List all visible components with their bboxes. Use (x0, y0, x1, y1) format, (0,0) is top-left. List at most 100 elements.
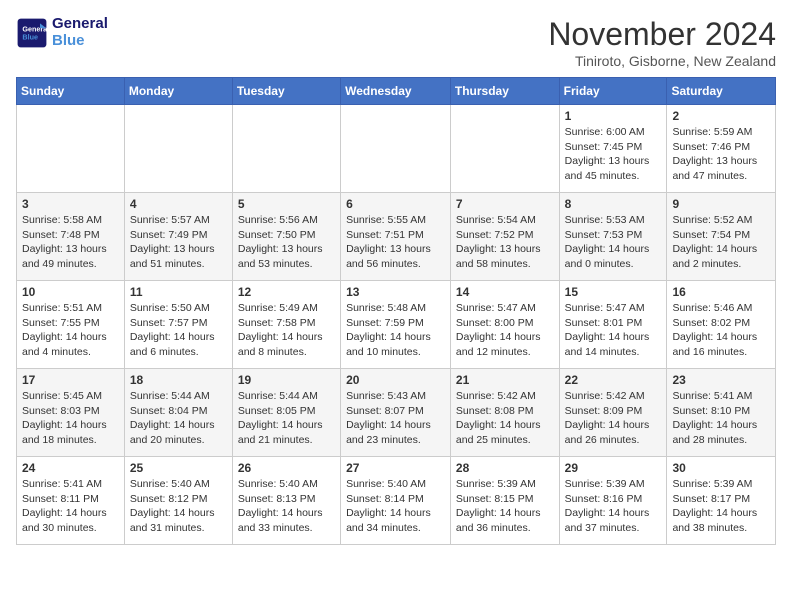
day-info: Sunrise: 5:54 AM Sunset: 7:52 PM Dayligh… (456, 213, 554, 272)
weekday-header-thursday: Thursday (450, 78, 559, 105)
weekday-header-sunday: Sunday (17, 78, 125, 105)
day-info: Sunrise: 5:43 AM Sunset: 8:07 PM Dayligh… (346, 389, 445, 448)
day-number: 8 (565, 197, 662, 211)
day-info: Sunrise: 5:55 AM Sunset: 7:51 PM Dayligh… (346, 213, 445, 272)
day-number: 26 (238, 461, 335, 475)
calendar-cell: 13Sunrise: 5:48 AM Sunset: 7:59 PM Dayli… (341, 281, 451, 369)
calendar-cell (450, 105, 559, 193)
day-number: 5 (238, 197, 335, 211)
calendar-cell (124, 105, 232, 193)
day-info: Sunrise: 5:46 AM Sunset: 8:02 PM Dayligh… (672, 301, 770, 360)
day-number: 6 (346, 197, 445, 211)
day-number: 3 (22, 197, 119, 211)
page-header: General Blue General Blue November 2024 … (16, 16, 776, 69)
calendar-cell: 9Sunrise: 5:52 AM Sunset: 7:54 PM Daylig… (667, 193, 776, 281)
weekday-header-row: SundayMondayTuesdayWednesdayThursdayFrid… (17, 78, 776, 105)
day-info: Sunrise: 5:40 AM Sunset: 8:12 PM Dayligh… (130, 477, 227, 536)
day-number: 30 (672, 461, 770, 475)
calendar-cell: 12 Sunrise: 5:49 AM Sunset: 7:58 PM Dayli… (232, 281, 340, 369)
day-info: Sunrise: 5:39 AM Sunset: 8:16 PM Dayligh… (565, 477, 662, 536)
calendar-table: SundayMondayTuesdayWednesdayThursdayFrid… (16, 77, 776, 545)
day-number: 15 (565, 285, 662, 299)
logo-text-block: General Blue (52, 16, 108, 49)
day-info: Sunrise: 5:47 AM Sunset: 8:00 PM Dayligh… (456, 301, 554, 360)
day-number: 16 (672, 285, 770, 299)
calendar-cell: 26 Sunrise: 5:40 AM Sunset: 8:13 PM Dayli… (232, 457, 340, 545)
day-number: 14 (456, 285, 554, 299)
day-info: Sunrise: 5:44 AM Sunset: 8:04 PM Dayligh… (130, 389, 227, 448)
day-info: Sunrise: 5:50 AM Sunset: 7:57 PM Dayligh… (130, 301, 227, 360)
day-number: 25 (130, 461, 227, 475)
weekday-header-monday: Monday (124, 78, 232, 105)
calendar-cell: 28 Sunrise: 5:39 AM Sunset: 8:15 PM Dayli… (450, 457, 559, 545)
calendar-cell: 10 Sunrise: 5:51 AM Sunset: 7:55 PM Dayli… (17, 281, 125, 369)
weekday-header-saturday: Saturday (667, 78, 776, 105)
day-number: 19 (238, 373, 335, 387)
day-number: 4 (130, 197, 227, 211)
calendar-cell: 30Sunrise: 5:39 AM Sunset: 8:17 PM Dayli… (667, 457, 776, 545)
calendar-cell: 16 Sunrise: 5:46 AM Sunset: 8:02 PM Dayli… (667, 281, 776, 369)
week-row-1: 1 Sunrise: 6:00 AM Sunset: 7:45 PM Daylig… (17, 105, 776, 193)
day-number: 20 (346, 373, 445, 387)
day-info: Sunrise: 5:41 AM Sunset: 8:10 PM Dayligh… (672, 389, 770, 448)
day-info: Sunrise: 5:45 AM Sunset: 8:03 PM Dayligh… (22, 389, 119, 448)
day-info: Sunrise: 5:42 AM Sunset: 8:09 PM Dayligh… (565, 389, 662, 448)
day-number: 10 (22, 285, 119, 299)
day-number: 24 (22, 461, 119, 475)
weekday-header-friday: Friday (559, 78, 667, 105)
calendar-cell: 25 Sunrise: 5:40 AM Sunset: 8:12 PM Dayli… (124, 457, 232, 545)
day-info: Sunrise: 5:40 AM Sunset: 8:14 PM Dayligh… (346, 477, 445, 536)
calendar-cell: 27 Sunrise: 5:40 AM Sunset: 8:14 PM Dayli… (341, 457, 451, 545)
day-info: Sunrise: 5:57 AM Sunset: 7:49 PM Dayligh… (130, 213, 227, 272)
day-info: Sunrise: 5:51 AM Sunset: 7:55 PM Dayligh… (22, 301, 119, 360)
day-number: 12 (238, 285, 335, 299)
calendar-cell: 1 Sunrise: 6:00 AM Sunset: 7:45 PM Daylig… (559, 105, 667, 193)
calendar-cell: 4 Sunrise: 5:57 AM Sunset: 7:49 PM Daylig… (124, 193, 232, 281)
calendar-cell: 6 Sunrise: 5:55 AM Sunset: 7:51 PM Daylig… (341, 193, 451, 281)
logo-line2: Blue (52, 33, 108, 50)
day-number: 22 (565, 373, 662, 387)
day-info: Sunrise: 5:41 AM Sunset: 8:11 PM Dayligh… (22, 477, 119, 536)
day-number: 27 (346, 461, 445, 475)
calendar-cell: 29 Sunrise: 5:39 AM Sunset: 8:16 PM Dayli… (559, 457, 667, 545)
calendar-cell (341, 105, 451, 193)
calendar-cell: 23 Sunrise: 5:41 AM Sunset: 8:10 PM Dayli… (667, 369, 776, 457)
logo-line1: General (52, 16, 108, 33)
day-number: 29 (565, 461, 662, 475)
week-row-2: 3 Sunrise: 5:58 AM Sunset: 7:48 PM Daylig… (17, 193, 776, 281)
day-number: 11 (130, 285, 227, 299)
svg-text:Blue: Blue (22, 32, 38, 41)
calendar-cell: 14 Sunrise: 5:47 AM Sunset: 8:00 PM Dayli… (450, 281, 559, 369)
month-title: November 2024 (548, 16, 776, 53)
day-info: Sunrise: 5:58 AM Sunset: 7:48 PM Dayligh… (22, 213, 119, 272)
weekday-header-tuesday: Tuesday (232, 78, 340, 105)
day-info: Sunrise: 5:47 AM Sunset: 8:01 PM Dayligh… (565, 301, 662, 360)
day-info: Sunrise: 5:39 AM Sunset: 8:15 PM Dayligh… (456, 477, 554, 536)
calendar-cell: 18Sunrise: 5:44 AM Sunset: 8:04 PM Dayli… (124, 369, 232, 457)
calendar-cell: 19 Sunrise: 5:44 AM Sunset: 8:05 PM Dayli… (232, 369, 340, 457)
day-info: Sunrise: 5:56 AM Sunset: 7:50 PM Dayligh… (238, 213, 335, 272)
day-number: 28 (456, 461, 554, 475)
week-row-4: 17Sunrise: 5:45 AM Sunset: 8:03 PM Dayli… (17, 369, 776, 457)
calendar-cell: 3 Sunrise: 5:58 AM Sunset: 7:48 PM Daylig… (17, 193, 125, 281)
day-info: Sunrise: 6:00 AM Sunset: 7:45 PM Dayligh… (565, 125, 662, 184)
week-row-5: 24 Sunrise: 5:41 AM Sunset: 8:11 PM Dayli… (17, 457, 776, 545)
day-info: Sunrise: 5:40 AM Sunset: 8:13 PM Dayligh… (238, 477, 335, 536)
calendar-cell: 15 Sunrise: 5:47 AM Sunset: 8:01 PM Dayli… (559, 281, 667, 369)
day-number: 2 (672, 109, 770, 123)
calendar-cell: 11 Sunrise: 5:50 AM Sunset: 7:57 PM Dayli… (124, 281, 232, 369)
calendar-cell: 22 Sunrise: 5:42 AM Sunset: 8:09 PM Dayli… (559, 369, 667, 457)
logo-icon: General Blue (16, 17, 48, 49)
calendar-cell: 5 Sunrise: 5:56 AM Sunset: 7:50 PM Daylig… (232, 193, 340, 281)
title-block: November 2024 Tiniroto, Gisborne, New Ze… (548, 16, 776, 69)
weekday-header-wednesday: Wednesday (341, 78, 451, 105)
day-info: Sunrise: 5:59 AM Sunset: 7:46 PM Dayligh… (672, 125, 770, 184)
day-info: Sunrise: 5:44 AM Sunset: 8:05 PM Dayligh… (238, 389, 335, 448)
calendar-cell: 20 Sunrise: 5:43 AM Sunset: 8:07 PM Dayli… (341, 369, 451, 457)
day-info: Sunrise: 5:48 AM Sunset: 7:59 PM Dayligh… (346, 301, 445, 360)
calendar-cell: 24 Sunrise: 5:41 AM Sunset: 8:11 PM Dayli… (17, 457, 125, 545)
day-number: 1 (565, 109, 662, 123)
day-info: Sunrise: 5:49 AM Sunset: 7:58 PM Dayligh… (238, 301, 335, 360)
calendar-cell (232, 105, 340, 193)
day-number: 23 (672, 373, 770, 387)
